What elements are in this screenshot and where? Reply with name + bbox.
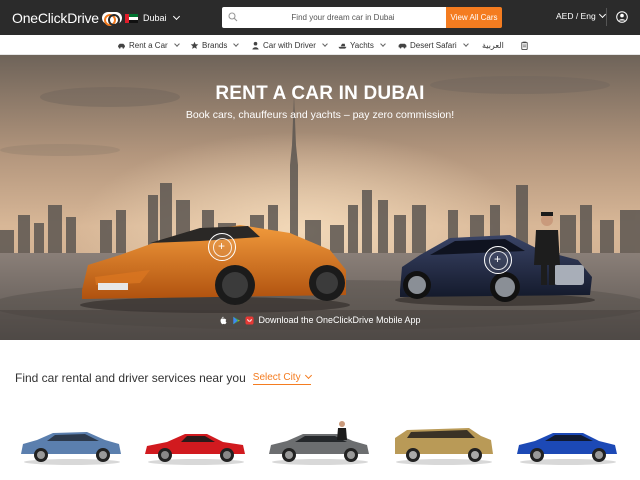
city-selector[interactable]: Dubai bbox=[125, 10, 180, 26]
logo-text: OneClickDrive bbox=[12, 10, 99, 26]
select-city-label: Select City bbox=[252, 371, 301, 383]
nav-label: العربية bbox=[482, 40, 504, 50]
hotspot-navy-sedan[interactable]: + bbox=[484, 246, 512, 274]
search-icon bbox=[228, 12, 238, 22]
search-box bbox=[222, 7, 446, 28]
nav-label: Rent a Car bbox=[129, 40, 168, 50]
hero-banner: RENT A CAR IN DUBAI Book cars, chauffeur… bbox=[0, 55, 640, 340]
nav-label: Desert Safari bbox=[410, 40, 457, 50]
car-thumbnail-gold-suv[interactable] bbox=[389, 418, 499, 468]
mobile-app-cta[interactable]: Download the OneClickDrive Mobile App bbox=[0, 315, 640, 325]
plus-icon: + bbox=[493, 252, 501, 266]
chauffeur-icon bbox=[252, 41, 259, 50]
clipboard-icon bbox=[521, 41, 528, 50]
chevron-down-icon bbox=[322, 41, 328, 47]
nav-arabic-language[interactable]: العربية bbox=[482, 39, 504, 51]
app-cta-label: Download the OneClickDrive Mobile App bbox=[258, 315, 421, 325]
city-label: Dubai bbox=[143, 13, 167, 23]
nav-brands[interactable]: Brands bbox=[190, 39, 240, 51]
google-play-icon bbox=[233, 316, 241, 324]
hero-title: RENT A CAR IN DUBAI bbox=[215, 83, 425, 104]
huawei-appgallery-icon bbox=[245, 315, 255, 325]
car-category-row bbox=[0, 418, 640, 470]
car-thumbnail-grey-sedan-with-driver[interactable] bbox=[265, 418, 375, 468]
logo[interactable]: OneClickDrive bbox=[12, 9, 122, 27]
chevron-down-icon bbox=[598, 10, 606, 19]
nav-desert-safari[interactable]: Desert Safari bbox=[398, 39, 469, 51]
nav-yachts[interactable]: Yachts bbox=[338, 39, 386, 51]
nav-label: Yachts bbox=[350, 40, 374, 50]
user-account-icon[interactable] bbox=[616, 11, 628, 23]
header-divider bbox=[606, 8, 607, 26]
top-header: OneClickDrive Dubai View All Cars AED / … bbox=[0, 0, 640, 35]
plus-icon: + bbox=[217, 239, 225, 253]
chevron-down-icon bbox=[172, 12, 180, 21]
nav-car-with-driver[interactable]: Car with Driver bbox=[251, 39, 328, 51]
chevron-down-icon bbox=[233, 41, 240, 47]
main-nav: Rent a Car Brands Car with Driver Yachts… bbox=[0, 35, 640, 55]
find-services-heading: Find car rental and driver services near… bbox=[15, 371, 246, 385]
hotspot-orange-car[interactable]: + bbox=[208, 233, 236, 261]
apple-icon bbox=[220, 316, 227, 324]
search-input[interactable] bbox=[222, 7, 446, 28]
chevron-down-icon bbox=[173, 41, 180, 47]
uae-flag-icon bbox=[125, 13, 138, 23]
find-services: Find car rental and driver services near… bbox=[15, 371, 312, 385]
nav-label: Car with Driver bbox=[263, 40, 316, 50]
star-icon bbox=[190, 41, 199, 49]
select-city-dropdown[interactable]: Select City bbox=[252, 371, 312, 385]
nav-clipboard[interactable] bbox=[520, 39, 529, 51]
car-thumbnail-red-sports-car[interactable] bbox=[141, 418, 251, 468]
chevron-down-icon bbox=[462, 41, 469, 47]
nav-label: Brands bbox=[202, 40, 228, 50]
currency-language-selector[interactable]: AED / Eng bbox=[556, 10, 606, 21]
nav-rent-a-car[interactable]: Rent a Car bbox=[117, 39, 180, 51]
hero-subtitle: Book cars, chauffeurs and yachts – pay z… bbox=[185, 109, 455, 121]
suv-icon bbox=[398, 43, 407, 49]
car-thumbnail-blue-sedan[interactable] bbox=[513, 418, 623, 468]
chevron-down-icon bbox=[304, 371, 312, 380]
logo-badge-icon bbox=[101, 12, 122, 26]
car-thumbnail-blue-coupe[interactable] bbox=[17, 418, 127, 468]
currency-language-label: AED / Eng bbox=[556, 11, 596, 21]
chevron-down-icon bbox=[380, 41, 386, 47]
yacht-icon bbox=[338, 43, 347, 49]
view-all-cars-button[interactable]: View All Cars bbox=[446, 7, 502, 28]
car-icon bbox=[117, 43, 126, 49]
